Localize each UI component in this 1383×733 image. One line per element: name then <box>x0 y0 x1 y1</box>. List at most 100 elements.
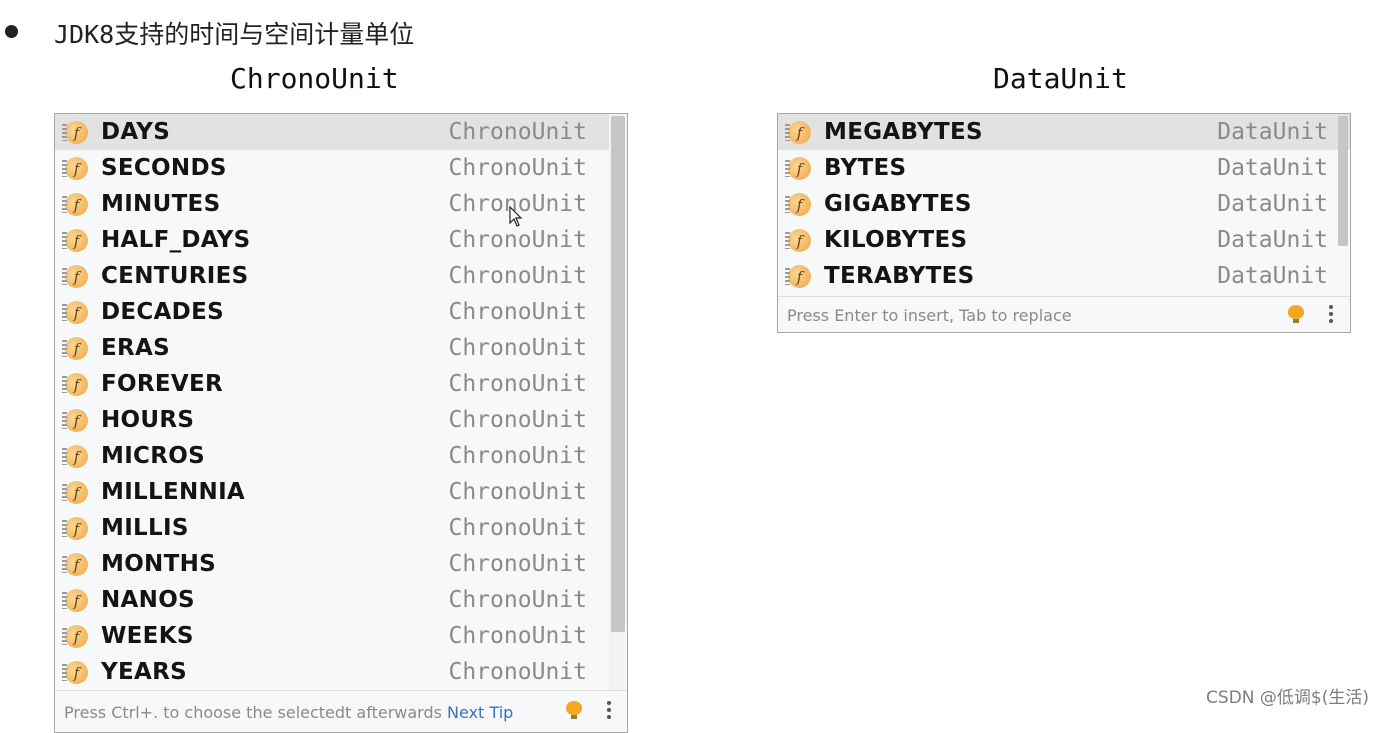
mouse-cursor-icon <box>509 206 523 227</box>
field-icon: f <box>62 337 88 360</box>
field-icon: f <box>62 121 88 144</box>
field-icon: f <box>785 157 811 180</box>
completion-item-forever[interactable]: f FOREVER ChronoUnit <box>55 366 609 402</box>
completion-item-years[interactable]: f YEARS ChronoUnit <box>55 654 609 690</box>
completion-item-name: MINUTES <box>101 191 221 217</box>
completion-item-kilobytes[interactable]: f KILOBYTES DataUnit <box>778 222 1350 258</box>
completion-item-type: ChronoUnit <box>448 659 587 685</box>
completion-item-micros[interactable]: f MICROS ChronoUnit <box>55 438 609 474</box>
chrono-completion-list: f DAYS ChronoUnit f SECONDS ChronoUnit f… <box>55 114 609 690</box>
completion-item-type: DataUnit <box>1217 155 1328 181</box>
completion-item-type: ChronoUnit <box>448 407 587 433</box>
completion-item-terabytes[interactable]: f TERABYTES DataUnit <box>778 258 1350 294</box>
completion-item-name: BYTES <box>824 155 907 181</box>
completion-item-name: YEARS <box>101 659 187 685</box>
completion-item-seconds[interactable]: f SECONDS ChronoUnit <box>55 150 609 186</box>
field-icon: f <box>62 193 88 216</box>
completion-item-name: CENTURIES <box>101 263 249 289</box>
completion-item-name: NANOS <box>101 587 195 613</box>
completion-item-name: DECADES <box>101 299 224 325</box>
completion-item-type: ChronoUnit <box>448 587 587 613</box>
completion-item-name: MONTHS <box>101 551 216 577</box>
chrono-scrollbar[interactable] <box>609 114 627 690</box>
completion-item-name: FOREVER <box>101 371 224 397</box>
completion-item-type: ChronoUnit <box>448 515 587 541</box>
watermark: CSDN @低调$(生活) <box>1206 688 1369 708</box>
completion-item-type: ChronoUnit <box>448 443 587 469</box>
data-panel-title: DataUnit <box>993 62 1128 95</box>
field-icon: f <box>785 229 811 252</box>
chrono-popup-footer: Press Ctrl+. to choose the selectedt aft… <box>55 690 627 732</box>
completion-item-name: HALF_DAYS <box>101 227 251 253</box>
dataunit-completion-list: f MEGABYTES DataUnit f BYTES DataUnit f … <box>778 114 1350 294</box>
dataunit-popup-footer: Press Enter to insert, Tab to replace <box>778 296 1350 332</box>
chrono-footer-hint: Press Ctrl+. to choose the selectedt aft… <box>64 703 513 722</box>
completion-item-type: ChronoUnit <box>448 227 587 253</box>
chrono-panel-title: ChronoUnit <box>230 62 399 95</box>
field-icon: f <box>62 373 88 396</box>
completion-item-name: WEEKS <box>101 623 194 649</box>
completion-item-name: GIGABYTES <box>824 191 972 217</box>
completion-item-days[interactable]: f DAYS ChronoUnit <box>55 114 609 150</box>
chrono-completion-popup: f DAYS ChronoUnit f SECONDS ChronoUnit f… <box>54 113 628 733</box>
completion-item-decades[interactable]: f DECADES ChronoUnit <box>55 294 609 330</box>
completion-item-type: ChronoUnit <box>448 263 587 289</box>
completion-item-name: HOURS <box>101 407 195 433</box>
field-icon: f <box>62 553 88 576</box>
completion-item-type: ChronoUnit <box>448 299 587 325</box>
slide-heading: JDK8支持的时间与空间计量单位 <box>54 20 415 49</box>
completion-item-name: TERABYTES <box>824 263 975 289</box>
lightbulb-icon[interactable] <box>566 701 582 719</box>
completion-item-months[interactable]: f MONTHS ChronoUnit <box>55 546 609 582</box>
field-icon: f <box>62 445 88 468</box>
completion-item-type: ChronoUnit <box>448 371 587 397</box>
field-icon: f <box>62 265 88 288</box>
completion-item-type: ChronoUnit <box>448 623 587 649</box>
completion-item-type: ChronoUnit <box>448 551 587 577</box>
completion-item-type: ChronoUnit <box>448 479 587 505</box>
completion-item-eras[interactable]: f ERAS ChronoUnit <box>55 330 609 366</box>
bullet-point <box>5 25 18 38</box>
completion-item-millis[interactable]: f MILLIS ChronoUnit <box>55 510 609 546</box>
completion-item-type: ChronoUnit <box>448 335 587 361</box>
completion-item-bytes[interactable]: f BYTES DataUnit <box>778 150 1350 186</box>
completion-item-centuries[interactable]: f CENTURIES ChronoUnit <box>55 258 609 294</box>
field-icon: f <box>62 589 88 612</box>
completion-item-name: DAYS <box>101 119 171 145</box>
completion-item-nanos[interactable]: f NANOS ChronoUnit <box>55 582 609 618</box>
dataunit-scrollbar[interactable] <box>1336 114 1350 294</box>
completion-item-name: MILLIS <box>101 515 189 541</box>
field-icon: f <box>62 661 88 684</box>
next-tip-link[interactable]: Next Tip <box>447 703 513 722</box>
completion-item-weeks[interactable]: f WEEKS ChronoUnit <box>55 618 609 654</box>
more-options-icon[interactable] <box>606 701 612 722</box>
completion-item-name: MEGABYTES <box>824 119 983 145</box>
completion-item-name: MICROS <box>101 443 205 469</box>
completion-item-type: ChronoUnit <box>448 155 587 181</box>
field-icon: f <box>785 193 811 216</box>
lightbulb-icon[interactable] <box>1288 305 1304 323</box>
chrono-scrollbar-thumb[interactable] <box>611 116 625 632</box>
completion-item-type: ChronoUnit <box>448 119 587 145</box>
field-icon: f <box>62 481 88 504</box>
completion-item-megabytes[interactable]: f MEGABYTES DataUnit <box>778 114 1350 150</box>
completion-item-half-days[interactable]: f HALF_DAYS ChronoUnit <box>55 222 609 258</box>
completion-item-type: DataUnit <box>1217 119 1328 145</box>
completion-item-millennia[interactable]: f MILLENNIA ChronoUnit <box>55 474 609 510</box>
field-icon: f <box>62 517 88 540</box>
field-icon: f <box>62 229 88 252</box>
field-icon: f <box>62 409 88 432</box>
completion-item-minutes[interactable]: f MINUTES ChronoUnit <box>55 186 609 222</box>
field-icon: f <box>785 265 811 288</box>
dataunit-scrollbar-thumb[interactable] <box>1338 116 1348 246</box>
completion-item-gigabytes[interactable]: f GIGABYTES DataUnit <box>778 186 1350 222</box>
more-options-icon[interactable] <box>1328 305 1334 326</box>
completion-item-name: KILOBYTES <box>824 227 968 253</box>
field-icon: f <box>62 301 88 324</box>
completion-item-type: DataUnit <box>1217 191 1328 217</box>
completion-item-hours[interactable]: f HOURS ChronoUnit <box>55 402 609 438</box>
completion-item-name: ERAS <box>101 335 170 361</box>
completion-item-name: SECONDS <box>101 155 227 181</box>
field-icon: f <box>62 625 88 648</box>
completion-item-type: DataUnit <box>1217 227 1328 253</box>
